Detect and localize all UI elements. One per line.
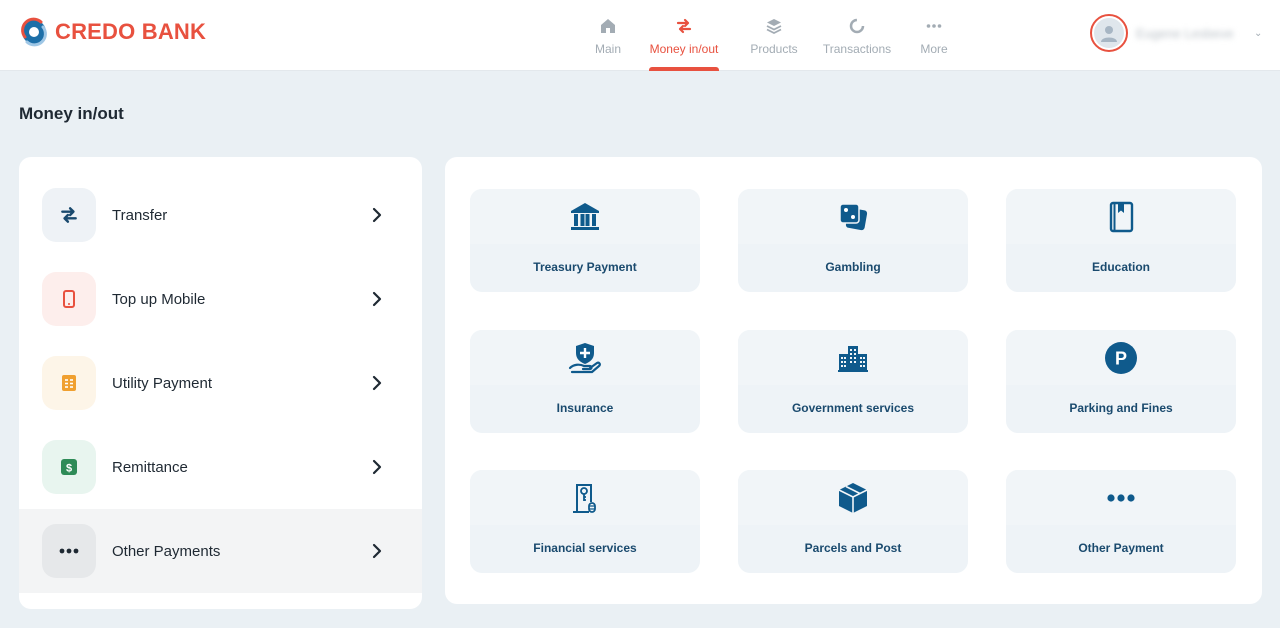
menu-item-other-payments[interactable]: Other Payments — [19, 509, 422, 593]
service-tile-label: Financial services — [533, 541, 637, 555]
menu-item-remittance[interactable]: $ Remittance — [19, 425, 422, 509]
credo-bank-logo[interactable]: CREDO BANK — [19, 17, 206, 47]
service-tile-gambling[interactable]: Gambling — [738, 189, 968, 292]
menu-item-top-up-mobile[interactable]: Top up Mobile — [19, 257, 422, 341]
chevron-right-icon — [372, 543, 382, 559]
more-dots-icon — [1107, 493, 1135, 502]
service-tile-label: Government services — [791, 401, 915, 415]
nav-products[interactable]: Products — [746, 0, 802, 71]
avatar[interactable] — [1090, 14, 1128, 52]
nav-transactions-label: Transactions — [822, 42, 892, 56]
nav-main[interactable]: Main — [585, 0, 631, 71]
more-dots-icon — [59, 548, 79, 554]
menu-item-utility-payment[interactable]: Utility Payment — [19, 341, 422, 425]
nav-main-label: Main — [594, 42, 621, 56]
service-tile-financial-services[interactable]: Financial services — [470, 470, 700, 573]
brand-name: CREDO BANK — [55, 19, 207, 44]
svg-text:P: P — [1115, 348, 1127, 368]
nav-more-label: More — [920, 42, 948, 56]
nav-money-label: Money in/out — [649, 42, 719, 56]
service-tile-label: Parcels and Post — [804, 541, 902, 555]
transfer-arrows-icon — [61, 207, 77, 223]
transfer-arrows-icon — [676, 18, 692, 34]
insurance-hand-shield-icon — [568, 342, 601, 373]
top-header: CREDO BANK Main Money in/out Products Tr… — [0, 0, 1280, 71]
service-tile-label: Parking and Fines — [1069, 401, 1173, 415]
menu-item-label: Top up Mobile — [112, 290, 206, 308]
menu-item-label: Transfer — [112, 206, 168, 224]
service-tile-government-services[interactable]: Government services — [738, 330, 968, 433]
service-tile-other-payment[interactable]: Other Payment — [1006, 470, 1236, 573]
menu-item-label: Other Payments — [112, 542, 221, 560]
bank-building-icon — [571, 202, 599, 230]
page-title: Money in/out — [19, 104, 124, 123]
svg-text:$: $ — [66, 463, 72, 475]
service-tile-label: Education — [1091, 260, 1150, 274]
user-icon — [1101, 26, 1117, 42]
nav-money-in-out[interactable]: Money in/out — [649, 0, 719, 71]
menu-item-label: Remittance — [112, 458, 188, 476]
menu-item-label: Utility Payment — [112, 374, 213, 392]
mobile-phone-icon — [63, 290, 75, 308]
government-building-icon — [838, 345, 868, 372]
payment-categories-menu: Transfer Top up Mobile Utility Payment $… — [19, 157, 422, 609]
parking-icon: P — [1105, 341, 1137, 374]
more-dots-icon — [926, 24, 942, 28]
utility-bill-icon — [62, 375, 76, 391]
credo-logo-icon — [21, 17, 47, 47]
chevron-right-icon — [372, 207, 382, 223]
dice-icon — [839, 202, 868, 230]
other-payments-grid: Treasury Payment Gambling Education Insu… — [445, 157, 1262, 604]
financial-document-icon — [573, 483, 596, 513]
service-tile-insurance[interactable]: Insurance — [470, 330, 700, 433]
book-icon — [1109, 201, 1134, 232]
main-nav: Main Money in/out Products Transactions — [585, 0, 951, 71]
chevron-right-icon — [372, 459, 382, 475]
service-tile-education[interactable]: Education — [1006, 189, 1236, 292]
chevron-right-icon — [372, 375, 382, 391]
dollar-bill-icon: $ — [61, 459, 77, 475]
parcel-box-icon — [838, 482, 868, 513]
user-menu[interactable]: Eugene Lesbeve ⌄ — [1090, 14, 1262, 52]
service-tile-label: Gambling — [825, 260, 881, 274]
pie-chart-icon — [849, 18, 865, 34]
service-tile-label: Insurance — [556, 401, 614, 415]
layers-icon — [766, 19, 782, 35]
home-icon — [601, 19, 615, 33]
service-tile-label: Treasury Payment — [533, 260, 637, 274]
nav-more[interactable]: More — [917, 0, 951, 71]
chevron-right-icon — [372, 291, 382, 307]
service-tile-label: Other Payment — [1078, 541, 1164, 555]
nav-transactions[interactable]: Transactions — [822, 0, 892, 71]
service-tile-parking-and-fines[interactable]: P Parking and Fines — [1006, 330, 1236, 433]
nav-products-label: Products — [750, 42, 798, 56]
service-tile-treasury-payment[interactable]: Treasury Payment — [470, 189, 700, 292]
user-name: Eugene Lesbeve — [1136, 25, 1234, 41]
menu-item-transfer[interactable]: Transfer — [19, 173, 422, 257]
service-tile-parcels-and-post[interactable]: Parcels and Post — [738, 470, 968, 573]
chevron-down-icon[interactable]: ⌄ — [1254, 28, 1262, 39]
